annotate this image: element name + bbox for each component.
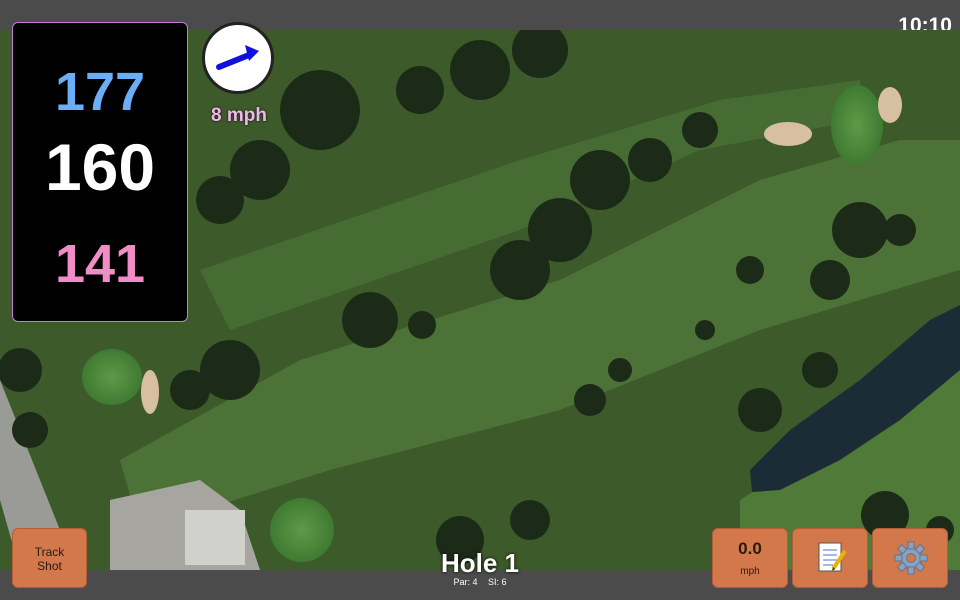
speed-unit: mph — [740, 566, 760, 577]
track-shot-button[interactable]: Track Shot — [12, 528, 87, 588]
clubhouse — [185, 510, 245, 565]
front-distance: 141 — [54, 234, 146, 294]
green-left — [82, 349, 142, 405]
distance-panel: 177 160 141 — [12, 22, 188, 322]
hole-stroke-index: SI: 6 — [488, 577, 507, 587]
green-bottom — [270, 498, 334, 562]
hole-meta: Par: 4 SI: 6 — [400, 577, 560, 587]
wind-indicator — [202, 22, 274, 94]
hole-title: Hole 1 — [440, 548, 520, 578]
hole-par: Par: 4 — [453, 577, 478, 587]
middle-distance: 160 — [44, 130, 156, 204]
speed-value: 0.0 — [738, 539, 762, 558]
bunker — [141, 370, 159, 414]
gear-icon — [894, 541, 928, 575]
track-shot-label-2: Shot — [37, 559, 62, 573]
back-distance: 177 — [54, 62, 146, 122]
bunker — [878, 87, 902, 123]
notepad-icon — [818, 542, 847, 572]
speed-button[interactable]: 0.0 mph — [712, 528, 788, 588]
bunker — [764, 122, 812, 146]
green-top-right — [831, 85, 883, 165]
wind-arrow-icon — [216, 45, 259, 70]
settings-button[interactable] — [872, 528, 948, 588]
wind-speed-label: 8 mph — [211, 105, 267, 126]
track-shot-label-1: Track — [34, 545, 65, 559]
notes-button[interactable] — [792, 528, 868, 588]
